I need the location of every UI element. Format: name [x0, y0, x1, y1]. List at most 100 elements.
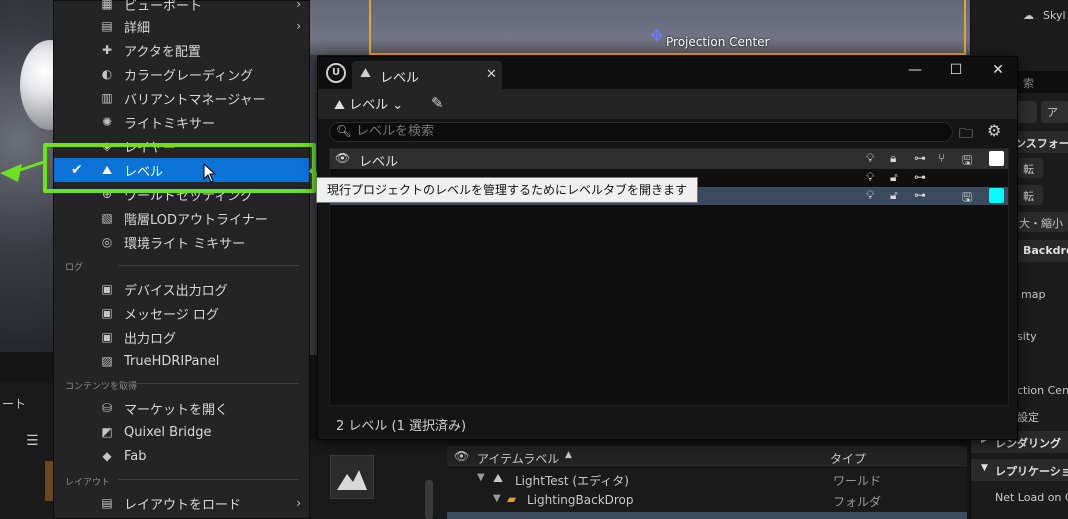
details-actor-row[interactable]: ☁ Skyl: [971, 6, 1068, 28]
expand-arrow-icon[interactable]: ▼: [981, 463, 988, 473]
expand-arrow-icon[interactable]: ▼: [477, 472, 485, 483]
outliner-row-type: ワールド: [833, 474, 882, 488]
minimize-icon[interactable]: —: [904, 62, 926, 82]
details-replication-section[interactable]: ▼ レプリケーション: [971, 459, 1068, 481]
menu-item-label: ビューポート: [124, 0, 203, 14]
table-row[interactable]: ▼ ⛰ LightTest (エディタ) ワールド: [447, 470, 967, 490]
save-icon[interactable]: 🖫: [962, 188, 972, 209]
output-log-icon: ▣: [101, 330, 113, 344]
details-transform-label: ンスフォーム: [1015, 137, 1068, 150]
gear-icon[interactable]: ⚙: [987, 121, 1001, 140]
hierarchy-icon[interactable]: ⊶: [914, 170, 926, 184]
details-button[interactable]: [1017, 101, 1037, 123]
world-icon: ⛰: [493, 471, 504, 485]
level-color-chip[interactable]: [989, 188, 1004, 203]
outliner-col-label[interactable]: アイテムラベル: [477, 450, 559, 467]
menu-item-device-log[interactable]: ▣ デバイス出力ログ: [54, 277, 309, 301]
edit-level-icon[interactable]: ✎: [431, 94, 444, 112]
details-replication-label: レプリケーション: [995, 465, 1068, 478]
levels-toolbar: ⛰ レベル ⌄ ✎: [318, 89, 1017, 119]
sky-light-icon: ☁: [1023, 9, 1034, 22]
hierarchy-icon: ⊶: [914, 151, 926, 165]
lock-icon: 🔒︎: [890, 151, 897, 165]
menu-item-label: 出力ログ: [124, 331, 177, 347]
details-search-placeholder: 索: [1023, 77, 1034, 90]
expand-arrow-icon[interactable]: ▼: [493, 493, 501, 504]
lighting-icon[interactable]: 💡︎: [866, 170, 874, 185]
details-settings-label: 設定: [1017, 411, 1039, 424]
lighting-icon[interactable]: 💡︎: [866, 188, 874, 203]
visibility-eye-icon[interactable]: 👁: [454, 449, 469, 463]
window-menu: ▦ ビューポート › ▤ 詳細 › ✚ アクタを配置 ◐ カラーグレーディング …: [53, 0, 310, 519]
level-dropdown-button[interactable]: ⛰ レベル ⌄: [334, 94, 403, 116]
visibility-eye-icon[interactable]: 👁: [335, 151, 350, 165]
unlock-icon[interactable]: 🔓︎: [890, 170, 898, 185]
menu-item-fab[interactable]: ◆ Fab: [54, 444, 309, 468]
menu-item-light-mixer[interactable]: ✺ ライトミキサー: [54, 110, 309, 134]
menu-section-log: ログ: [65, 263, 84, 273]
content-scrollbar[interactable]: [425, 480, 433, 519]
menu-item-output-log[interactable]: ▣ 出力ログ: [54, 325, 309, 349]
menu-item-hdri-panel[interactable]: ▨ TrueHDRIPanel: [54, 349, 309, 373]
world-outliner: 👁 アイテムラベル ▲ タイプ ▼ ⛰ LightTest (エディタ) ワール…: [447, 446, 967, 519]
quixel-icon: ◩: [101, 425, 113, 439]
menu-item-place-actors[interactable]: ✚ アクタを配置: [54, 38, 309, 62]
unlock-icon[interactable]: 🔓︎: [890, 188, 898, 203]
levels-icon: ⛰: [360, 66, 371, 81]
level-dropdown-label: レベル: [349, 98, 389, 113]
table-row-selected[interactable]: [447, 512, 967, 519]
outliner-header: 👁 アイテムラベル ▲ タイプ: [447, 446, 967, 468]
levels-list-header: 👁 レベル 💡︎ 🔒︎ ⊶ ⑂ 🖫: [330, 149, 1008, 170]
menu-item-marketplace[interactable]: ⛁ マーケットを開く: [54, 396, 309, 420]
details-dropdown[interactable]: 転: [1017, 158, 1043, 178]
unreal-logo-icon: U: [326, 63, 346, 83]
arrow-left-head: [0, 164, 22, 182]
chevron-right-icon: ›: [296, 496, 301, 510]
search-icon: 🔍︎: [336, 124, 352, 138]
levels-window: U ⛰ レベル ✕ — ☐ ✕ ⛰ レベル ⌄ ✎ 🔍︎ 🗀 ⚙ 👁 レベル 💡…: [317, 56, 1018, 440]
lighting-icon: 💡︎: [866, 151, 875, 165]
place-actors-icon: ✚: [101, 43, 113, 57]
details-rotation-label: 転: [1023, 163, 1034, 176]
details-scale-label: 大・縮小: [1019, 217, 1063, 230]
content-thumbnail[interactable]: [330, 455, 374, 499]
menu-divider: [118, 265, 299, 266]
details-actor-name: Skyl: [1043, 9, 1066, 22]
details-add-button[interactable]: ア: [1041, 101, 1068, 123]
levels-status: 2 レベル (1 選択済み): [336, 419, 467, 434]
light-mixer-icon: ✺: [101, 115, 113, 129]
mouse-cursor-icon: [203, 163, 217, 183]
close-icon[interactable]: ✕: [486, 67, 497, 82]
details-add-label: ア: [1047, 106, 1058, 119]
levels-tab[interactable]: ⛰ レベル ✕: [352, 61, 502, 89]
filter-icon[interactable]: ☰: [26, 433, 39, 449]
branch-icon: ⑂: [938, 151, 946, 165]
details-netload-row: Net Load on Cl: [971, 487, 1068, 509]
marketplace-icon: ⛁: [101, 401, 113, 415]
sort-asc-icon[interactable]: ▲: [565, 450, 572, 460]
table-row[interactable]: ▼ ▰ LightingBackDrop フォルダ: [447, 491, 967, 511]
hierarchy-icon[interactable]: ⊶: [914, 188, 926, 202]
menu-item-color-grading[interactable]: ◐ カラーグレーディング: [54, 62, 309, 86]
details-map-label: map: [1021, 288, 1046, 301]
chevron-right-icon: ›: [296, 0, 301, 11]
menu-item-message-log[interactable]: ▣ メッセージ ログ: [54, 301, 309, 325]
maximize-icon[interactable]: ☐: [945, 62, 967, 82]
menu-item-label: 詳細: [124, 20, 151, 36]
details-dropdown[interactable]: 大・縮小: [1017, 212, 1068, 232]
details-dropdown[interactable]: 転: [1017, 185, 1043, 205]
menu-item-quixel-bridge[interactable]: ◩ Quixel Bridge: [54, 420, 309, 444]
menu-item-label: TrueHDRIPanel: [124, 353, 220, 369]
menu-section-content: コンテンツを取得: [65, 382, 138, 392]
level-search-box[interactable]: 🔍︎: [329, 122, 953, 142]
close-window-icon[interactable]: ✕: [987, 62, 1009, 82]
add-folder-icon[interactable]: 🗀: [959, 123, 973, 147]
menu-item-label: デバイス出力ログ: [124, 283, 228, 299]
menu-item-variant-manager[interactable]: ▥ バリアントマネージャー: [54, 86, 309, 110]
menu-item-label: カラーグレーディング: [124, 68, 254, 84]
menu-divider: [118, 383, 299, 384]
level-search-input[interactable]: [356, 124, 936, 139]
menu-item-load-layout[interactable]: ▤ レイアウトをロード ›: [54, 491, 309, 515]
menu-item-details[interactable]: ▤ 詳細 ›: [54, 14, 309, 38]
outliner-col-type[interactable]: タイプ: [830, 450, 866, 467]
